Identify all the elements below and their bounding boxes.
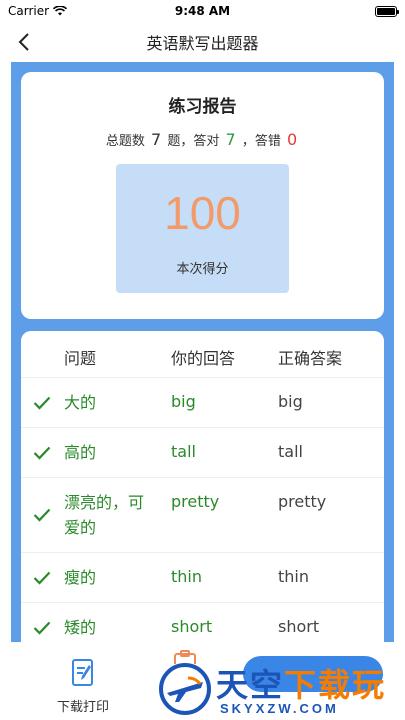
status-left: Carrier xyxy=(8,4,68,18)
wifi-icon xyxy=(53,6,68,16)
watermark-name-part2: 下载玩 xyxy=(284,666,387,704)
download-print-label: 下载打印 xyxy=(56,700,109,715)
score-box: 100 本次得分 xyxy=(116,164,289,293)
correct-count: 7 xyxy=(225,130,236,149)
document-edit-icon xyxy=(72,659,93,686)
row-answer: tall xyxy=(171,442,196,461)
battery-icon xyxy=(375,5,399,17)
header-question: 问题 xyxy=(64,349,97,368)
check-icon xyxy=(33,396,51,410)
row-correct: thin xyxy=(278,567,309,586)
watermark-logo-icon xyxy=(159,663,211,715)
watermark-url: SKYXZW.COM xyxy=(220,701,339,716)
total-count: 7 xyxy=(151,130,162,149)
row-question: 漂亮的，可爱的 xyxy=(64,493,145,537)
back-button[interactable] xyxy=(8,26,40,58)
wrong-count: 0 xyxy=(286,130,298,149)
total-suffix: 题，答对 xyxy=(167,134,220,149)
download-print-button[interactable]: 下载打印 xyxy=(38,650,128,716)
row-correct: big xyxy=(278,392,303,411)
correct-suffix: ，答错 xyxy=(241,134,281,149)
total-prefix: 总题数 xyxy=(105,134,145,149)
row-answer: pretty xyxy=(171,492,220,511)
header-correct-answer: 正确答案 xyxy=(278,349,343,368)
results-table: 问题 你的回答 正确答案 大的 big big 高的 tall tall 漂亮的… xyxy=(21,331,384,661)
table-row: 瘦的 thin thin xyxy=(21,553,384,603)
row-correct: tall xyxy=(278,442,303,461)
check-icon xyxy=(33,621,51,635)
row-correct: pretty xyxy=(278,492,327,511)
row-question: 大的 xyxy=(64,393,97,412)
check-icon xyxy=(33,508,51,522)
report-title: 练习报告 xyxy=(168,97,237,117)
header-your-answer: 你的回答 xyxy=(171,349,236,368)
table-header: 问题 你的回答 正确答案 xyxy=(21,331,384,378)
row-question: 瘦的 xyxy=(64,568,97,587)
chevron-left-icon xyxy=(18,33,29,51)
check-icon xyxy=(33,571,51,585)
nav-bar: 英语默写出题器 xyxy=(0,22,405,62)
score-value: 100 xyxy=(164,187,241,239)
row-answer: short xyxy=(171,617,213,636)
score-label: 本次得分 xyxy=(176,262,229,277)
page-title: 英语默写出题器 xyxy=(146,34,259,53)
summary-line: 总题数 7 题，答对 7 ，答错 0 xyxy=(21,130,384,149)
table-row: 漂亮的，可爱的 pretty pretty xyxy=(21,478,384,553)
table-row: 大的 big big xyxy=(21,378,384,428)
watermark: 天空下载玩 SKYXZW.COM xyxy=(158,660,403,718)
table-row: 高的 tall tall xyxy=(21,428,384,478)
row-correct: short xyxy=(278,617,320,636)
row-answer: thin xyxy=(171,567,202,586)
carrier-label: Carrier xyxy=(8,4,50,18)
row-question: 高的 xyxy=(64,443,97,462)
check-icon xyxy=(33,446,51,460)
report-card: 练习报告 总题数 7 题，答对 7 ，答错 0 100 本次得分 xyxy=(21,72,384,319)
watermark-name: 天空下载玩 xyxy=(216,660,386,706)
watermark-name-part1: 天空 xyxy=(216,666,285,704)
row-question: 矮的 xyxy=(64,618,97,637)
row-answer: big xyxy=(171,392,196,411)
status-bar: Carrier 9:48 AM xyxy=(0,0,405,22)
